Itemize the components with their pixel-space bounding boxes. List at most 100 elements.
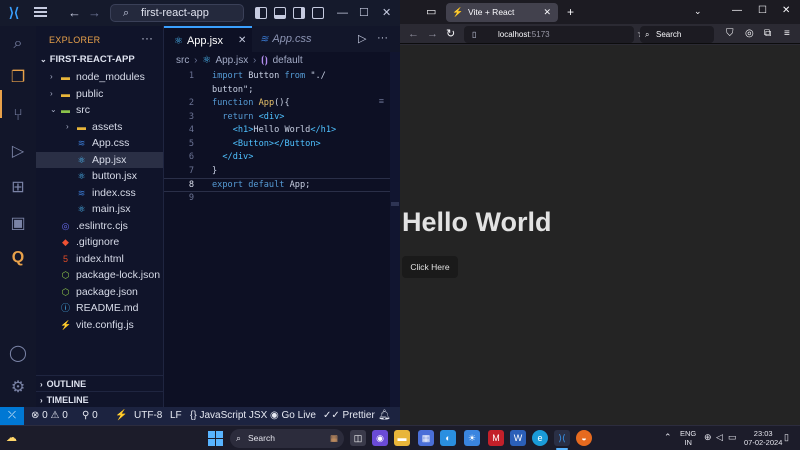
account-icon[interactable]: ◯ bbox=[8, 344, 28, 364]
store-icon[interactable]: ▦ bbox=[418, 430, 434, 446]
editor-scrollbar[interactable] bbox=[390, 52, 400, 407]
prettier-status[interactable]: ✓✓ Prettier bbox=[323, 407, 375, 425]
ports-status[interactable]: ⚲ 0 bbox=[82, 407, 98, 425]
reload-icon[interactable]: ↻ bbox=[446, 27, 455, 41]
eol-status[interactable]: LF bbox=[170, 407, 182, 425]
taskbar-search[interactable]: ⌕ Search ▦ bbox=[230, 429, 344, 448]
language-status[interactable]: {} JavaScript JSX bbox=[190, 407, 267, 425]
edge-icon[interactable]: e bbox=[532, 430, 548, 446]
teams-icon[interactable]: ◉ bbox=[372, 430, 388, 446]
run-debug-icon[interactable]: ▷ bbox=[8, 142, 28, 162]
tree-item[interactable]: › ▬ assets bbox=[36, 119, 163, 136]
customize-layout-icon[interactable] bbox=[312, 7, 324, 19]
tab-app-css[interactable]: ≋ App.css bbox=[254, 26, 334, 52]
volume-icon[interactable]: ◁ bbox=[716, 433, 723, 442]
tree-item[interactable]: ⌄ ▬ src bbox=[36, 102, 163, 119]
extensions-icon[interactable]: ⊞ bbox=[8, 178, 28, 198]
maximize-icon[interactable]: ☐ bbox=[359, 5, 369, 21]
minimize-icon[interactable]: — bbox=[732, 4, 742, 18]
forward-arrow-icon[interactable]: → bbox=[88, 4, 101, 22]
tray-chevron-up-icon[interactable]: ⌃ bbox=[664, 433, 672, 442]
outline-section[interactable]: › OUTLINE bbox=[36, 375, 163, 391]
toggle-secondary-sidebar-icon[interactable] bbox=[293, 7, 305, 19]
settings-gear-icon[interactable]: ⚙ bbox=[8, 378, 28, 398]
code-line[interactable]: 1 import Button from "./ bbox=[164, 70, 400, 84]
minimize-icon[interactable]: — bbox=[337, 5, 348, 21]
sync-icon[interactable]: ⚡ bbox=[115, 407, 127, 425]
tree-item[interactable]: › ▬ public bbox=[36, 86, 163, 103]
source-control-icon[interactable]: ⑂ bbox=[8, 106, 28, 126]
golive-status[interactable]: ◉ Go Live bbox=[270, 407, 316, 425]
search-icon[interactable]: ⌕ bbox=[8, 34, 28, 54]
run-icon[interactable]: ▷ bbox=[358, 32, 366, 45]
project-root[interactable]: ⌄ FIRST-REACT-APP bbox=[40, 54, 135, 65]
scroll-thumb[interactable] bbox=[391, 202, 399, 206]
code-line[interactable]: 5 <Button></Button> bbox=[164, 138, 400, 152]
code-line[interactable]: 2 function App(){ bbox=[164, 97, 400, 111]
firefox-view-icon[interactable]: ▭ bbox=[426, 5, 436, 19]
more-actions-icon[interactable]: ··· bbox=[141, 31, 153, 45]
toggle-panel-icon[interactable] bbox=[274, 7, 286, 19]
remote-indicator-icon[interactable]: ⤫ bbox=[0, 407, 24, 425]
tree-item[interactable]: 5 index.html bbox=[36, 251, 163, 268]
tree-item[interactable]: ⓘ README.md bbox=[36, 300, 163, 317]
code-line[interactable]: 6 </div> bbox=[164, 151, 400, 165]
close-icon[interactable]: ✕ bbox=[382, 5, 391, 21]
code-line[interactable]: 7} bbox=[164, 165, 400, 179]
app-icon[interactable]: ◐ bbox=[440, 430, 456, 446]
task-view-icon[interactable]: ◫ bbox=[350, 430, 366, 446]
tree-item[interactable]: ⚛ button.jsx bbox=[36, 168, 163, 185]
start-windows-icon[interactable] bbox=[208, 431, 223, 446]
code-line[interactable]: 3 return <div> bbox=[164, 111, 400, 125]
extensions-puzzle-icon[interactable]: ⧉ bbox=[764, 27, 771, 41]
language-indicator[interactable]: ENG IN bbox=[680, 429, 696, 447]
more-actions-icon[interactable]: ··· bbox=[377, 32, 388, 44]
breadcrumb-symbol[interactable]: default bbox=[273, 55, 303, 66]
tree-item[interactable]: ⚡ vite.config.js bbox=[36, 317, 163, 334]
command-center-search[interactable]: ⌕ first-react-app bbox=[110, 4, 244, 22]
weather-icon[interactable]: ☁ bbox=[6, 431, 20, 445]
menu-icon[interactable] bbox=[34, 7, 47, 17]
forward-arrow-icon[interactable]: → bbox=[427, 27, 438, 41]
tree-item[interactable]: ⬡ package-lock.json bbox=[36, 267, 163, 284]
quokka-icon[interactable]: Q bbox=[8, 248, 28, 268]
pocket-icon[interactable]: ⛉ bbox=[726, 27, 734, 41]
remote-explorer-icon[interactable]: ▣ bbox=[8, 214, 28, 234]
app-menu-icon[interactable]: ≡ bbox=[784, 27, 790, 41]
tree-item[interactable]: ≋ index.css bbox=[36, 185, 163, 202]
back-arrow-icon[interactable]: ← bbox=[68, 4, 81, 22]
list-tabs-icon[interactable]: ⌄ bbox=[694, 4, 702, 18]
close-tab-icon[interactable]: ✕ bbox=[238, 28, 246, 54]
click-here-button[interactable]: Click Here bbox=[402, 256, 458, 278]
code-line[interactable]: 8 export default App; bbox=[164, 178, 400, 192]
back-arrow-icon[interactable]: ← bbox=[408, 27, 419, 41]
firefox-icon[interactable]: ◒ bbox=[576, 430, 592, 446]
tree-item[interactable]: ◆ .gitignore bbox=[36, 234, 163, 251]
weather-app-icon[interactable]: ☀ bbox=[464, 430, 480, 446]
tree-item[interactable]: › ▬ node_modules bbox=[36, 69, 163, 86]
battery-icon[interactable]: ▭ bbox=[728, 433, 737, 442]
code-line[interactable]: 9 bbox=[164, 192, 400, 206]
encoding-status[interactable]: UTF-8 bbox=[134, 407, 162, 425]
breadcrumb-src[interactable]: src bbox=[176, 55, 189, 66]
tree-item[interactable]: ⬡ package.json bbox=[36, 284, 163, 301]
close-tab-icon[interactable]: ✕ bbox=[543, 3, 551, 22]
account-icon[interactable]: ◎ bbox=[745, 27, 754, 41]
timeline-section[interactable]: › TIMELINE bbox=[36, 391, 163, 407]
mcafee-icon[interactable]: M bbox=[488, 430, 504, 446]
toggle-sidebar-icon[interactable] bbox=[255, 7, 267, 19]
tree-item[interactable]: ⚛ main.jsx bbox=[36, 201, 163, 218]
breadcrumb-file[interactable]: App.jsx bbox=[215, 55, 248, 66]
new-tab-icon[interactable]: + bbox=[567, 5, 574, 19]
code-line[interactable]: 4 <h1>Hello World</h1> bbox=[164, 124, 400, 138]
url-bar[interactable]: ▯ localhost:5173 ☆ bbox=[464, 26, 646, 43]
notifications-bell-icon[interactable]: 🔔︎ bbox=[378, 407, 391, 425]
word-icon[interactable]: W bbox=[510, 430, 526, 446]
tree-item[interactable]: ◎ .eslintrc.cjs bbox=[36, 218, 163, 235]
tab-app-jsx[interactable]: ⚛ App.jsx ✕ bbox=[164, 26, 252, 52]
search-bar[interactable]: ⌕ Search bbox=[640, 26, 714, 43]
maximize-icon[interactable]: ☐ bbox=[758, 4, 767, 18]
tree-item[interactable]: ⚛ App.jsx bbox=[36, 151, 163, 168]
clock[interactable]: 23:03 07-02-2024 bbox=[744, 429, 782, 447]
explorer-files-icon[interactable]: ❐ bbox=[8, 68, 28, 88]
